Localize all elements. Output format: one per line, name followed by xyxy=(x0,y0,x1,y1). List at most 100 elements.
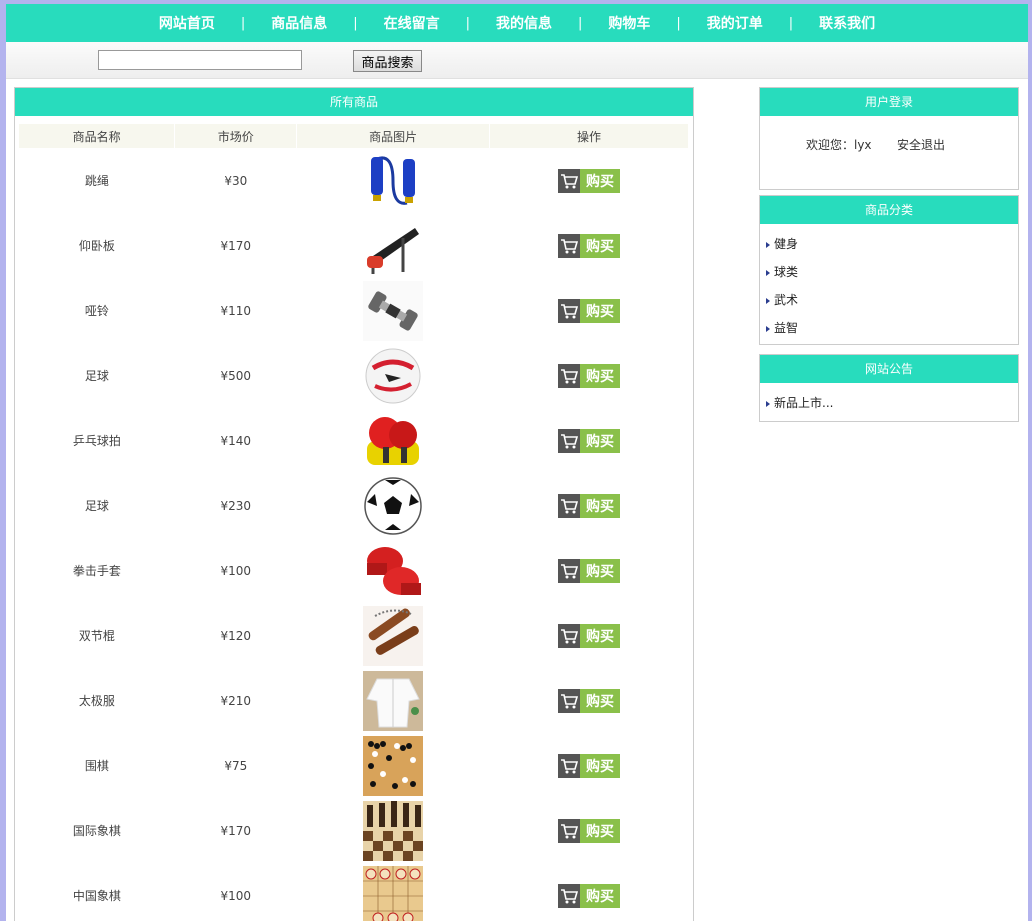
chess-image[interactable] xyxy=(363,800,424,861)
ping-pong-paddle-image[interactable] xyxy=(363,410,424,471)
product-name: 乒乓球拍 xyxy=(72,434,121,448)
buy-button[interactable]: 购买 xyxy=(558,428,621,453)
top-nav: 网站首页 | 商品信息 | 在线留言 | 我的信息 | 购物车 | 我的订单 | 联系我们 xyxy=(6,4,1028,42)
nav-orders[interactable]: 我的订单 xyxy=(681,13,789,33)
nav-home[interactable]: 网站首页 xyxy=(133,13,241,33)
cart-icon xyxy=(558,428,581,453)
logout-link[interactable]: 安全退出 xyxy=(897,136,945,153)
product-name: 跳绳 xyxy=(84,174,109,188)
category-panel-title: 商品分类 xyxy=(760,196,1018,224)
product-name: 足球 xyxy=(84,369,109,383)
cart-icon xyxy=(558,298,581,323)
buy-label: 购买 xyxy=(580,753,621,778)
table-row: 围棋 ¥75 购买 xyxy=(19,733,689,798)
table-row: 足球 ¥230 购买 xyxy=(19,473,689,538)
cart-icon xyxy=(558,818,581,843)
product-image-cell xyxy=(297,798,490,863)
buy-label: 购买 xyxy=(580,233,621,258)
cart-icon xyxy=(558,233,581,258)
buy-label: 购买 xyxy=(580,493,621,518)
buy-button[interactable]: 购买 xyxy=(558,298,621,323)
nunchaku-image[interactable] xyxy=(363,605,424,666)
nav-cart[interactable]: 购物车 xyxy=(582,13,676,33)
cart-icon xyxy=(558,623,581,648)
tai-chi-uniform-image[interactable] xyxy=(363,670,424,731)
table-row: 仰卧板 ¥170 购买 xyxy=(19,213,689,278)
dumbbell-image[interactable] xyxy=(363,280,424,341)
product-image-cell xyxy=(297,278,490,343)
table-row: 足球 ¥500 购买 xyxy=(19,343,689,408)
product-action-cell: 购买 xyxy=(490,603,689,668)
product-image-cell xyxy=(297,148,490,213)
cart-icon xyxy=(558,753,581,778)
buy-button[interactable]: 购买 xyxy=(558,688,621,713)
nav-products[interactable]: 商品信息 xyxy=(245,13,353,33)
cart-icon xyxy=(558,558,581,583)
product-image-cell xyxy=(297,538,490,603)
product-price: ¥140 xyxy=(220,433,252,448)
table-row: 国际象棋 ¥170 购买 xyxy=(19,798,689,863)
product-action-cell: 购买 xyxy=(490,278,689,343)
goods-panel-title: 所有商品 xyxy=(15,88,693,116)
product-name: 仰卧板 xyxy=(78,239,115,253)
buy-button[interactable]: 购买 xyxy=(558,493,621,518)
page: 网站首页 | 商品信息 | 在线留言 | 我的信息 | 购物车 | 我的订单 | 联系我们 … xyxy=(6,4,1028,921)
buy-button[interactable]: 购买 xyxy=(558,818,621,843)
bullet-icon xyxy=(766,241,770,248)
product-price: ¥100 xyxy=(220,888,252,903)
category-item[interactable]: 武术 xyxy=(760,286,1018,314)
category-item[interactable]: 益智 xyxy=(760,314,1018,342)
go-board-image[interactable] xyxy=(363,735,424,796)
search-input[interactable] xyxy=(98,50,302,70)
product-action-cell: 购买 xyxy=(490,473,689,538)
product-name: 足球 xyxy=(84,499,109,513)
category-item[interactable]: 球类 xyxy=(760,258,1018,286)
product-name: 中国象棋 xyxy=(72,889,121,903)
product-name: 围棋 xyxy=(84,759,109,773)
product-image-cell xyxy=(297,863,490,921)
soccer-ball-image[interactable] xyxy=(363,345,424,406)
buy-label: 购买 xyxy=(580,298,621,323)
table-row: 拳击手套 ¥100 购买 xyxy=(19,538,689,603)
product-action-cell: 购买 xyxy=(490,538,689,603)
product-action-cell: 购买 xyxy=(490,733,689,798)
buy-button[interactable]: 购买 xyxy=(558,623,621,648)
table-row: 中国象棋 ¥100 购买 xyxy=(19,863,689,921)
buy-button[interactable]: 购买 xyxy=(558,883,621,908)
buy-button[interactable]: 购买 xyxy=(558,753,621,778)
nav-contact[interactable]: 联系我们 xyxy=(793,13,901,33)
product-action-cell: 购买 xyxy=(490,668,689,733)
nav-my-info[interactable]: 我的信息 xyxy=(470,13,578,33)
notice-panel-title: 网站公告 xyxy=(760,355,1018,383)
buy-button[interactable]: 购买 xyxy=(558,168,621,193)
nav-messages[interactable]: 在线留言 xyxy=(358,13,466,33)
buy-label: 购买 xyxy=(580,363,621,388)
product-name: 国际象棋 xyxy=(72,824,121,838)
product-action-cell: 购买 xyxy=(490,213,689,278)
search-button[interactable]: 商品搜索 xyxy=(353,50,422,72)
boxing-gloves-image[interactable] xyxy=(363,540,424,601)
product-name: 拳击手套 xyxy=(72,564,121,578)
table-row: 哑铃 ¥110 购买 xyxy=(19,278,689,343)
buy-button[interactable]: 购买 xyxy=(558,233,621,258)
product-price: ¥170 xyxy=(220,823,252,838)
table-row: 跳绳 ¥30 购买 xyxy=(19,148,689,213)
product-action-cell: 购买 xyxy=(490,148,689,213)
category-item[interactable]: 健身 xyxy=(760,230,1018,258)
buy-button[interactable]: 购买 xyxy=(558,558,621,583)
col-price-header: 市场价 xyxy=(174,124,298,148)
product-image-cell xyxy=(297,408,490,473)
sit-up-bench-image[interactable] xyxy=(363,215,424,276)
xiangqi-image[interactable] xyxy=(363,865,424,921)
col-name-header: 商品名称 xyxy=(19,124,176,148)
product-price: ¥110 xyxy=(220,303,252,318)
goods-panel: 所有商品 商品名称 市场价 商品图片 操作 跳绳 ¥30 购买 仰卧板 ¥170 购买 哑铃… xyxy=(14,87,694,921)
product-price: ¥500 xyxy=(220,368,252,383)
product-name: 双节棍 xyxy=(78,629,115,643)
jump-rope-image[interactable] xyxy=(363,150,424,211)
product-action-cell: 购买 xyxy=(490,408,689,473)
buy-button[interactable]: 购买 xyxy=(558,363,621,388)
soccer-ball-classic-image[interactable] xyxy=(363,475,424,536)
notice-item[interactable]: 新品上市... xyxy=(760,389,1018,417)
product-image-cell xyxy=(297,343,490,408)
